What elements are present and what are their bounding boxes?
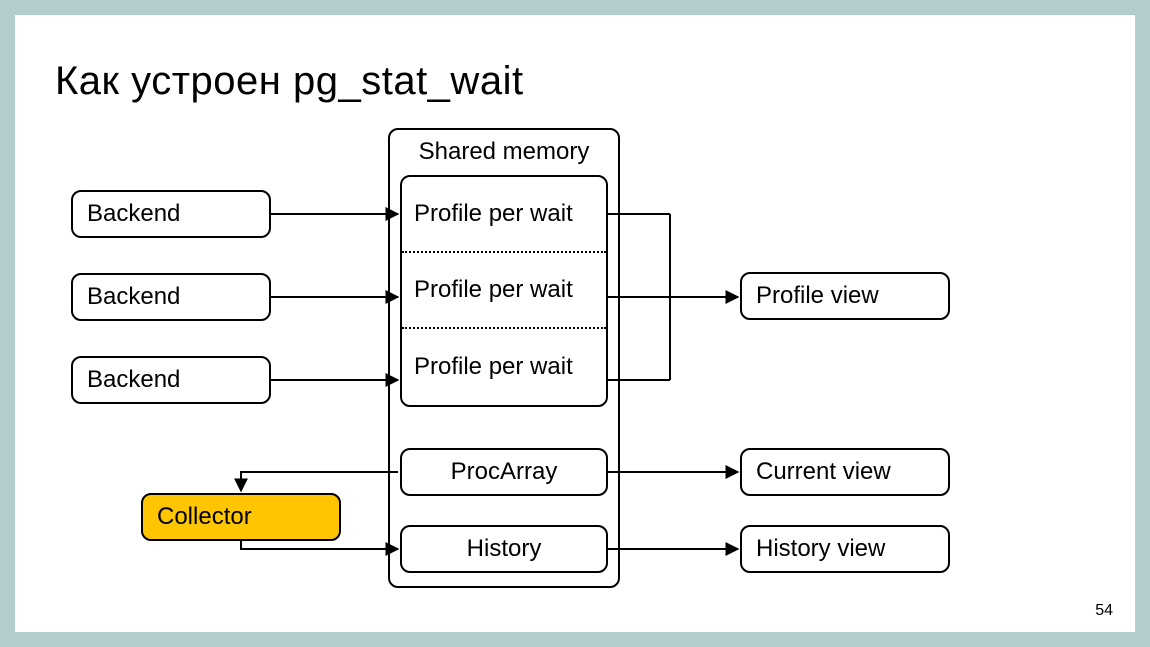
profile-cell-3: Profile per wait (402, 329, 606, 405)
slide-frame: Как устроен pg_stat_wait Backend Backend… (15, 15, 1135, 632)
page-number: 54 (1095, 602, 1113, 620)
history-view-box: History view (740, 525, 950, 573)
backend-label-2: Backend (87, 283, 180, 311)
profile-cell-2: Profile per wait (402, 253, 606, 329)
history-view-label: History view (756, 535, 885, 563)
profile-view-label: Profile view (756, 282, 879, 310)
collector-label: Collector (157, 503, 252, 531)
profile-view-box: Profile view (740, 272, 950, 320)
slide-title: Как устроен pg_stat_wait (55, 59, 524, 104)
backend-box-3: Backend (71, 356, 271, 404)
profile-label-2: Profile per wait (414, 276, 573, 304)
current-view-box: Current view (740, 448, 950, 496)
profile-stack: Profile per wait Profile per wait Profil… (400, 175, 608, 407)
backend-box-1: Backend (71, 190, 271, 238)
backend-label-1: Backend (87, 200, 180, 228)
profile-label-3: Profile per wait (414, 353, 573, 381)
backend-label-3: Backend (87, 366, 180, 394)
collector-box: Collector (141, 493, 341, 541)
profile-cell-1: Profile per wait (402, 177, 606, 253)
profile-label-1: Profile per wait (414, 200, 573, 228)
history-label: History (467, 535, 542, 563)
backend-box-2: Backend (71, 273, 271, 321)
shared-memory-label: Shared memory (390, 138, 618, 166)
history-box: History (400, 525, 608, 573)
procarray-box: ProcArray (400, 448, 608, 496)
procarray-label: ProcArray (451, 458, 558, 486)
current-view-label: Current view (756, 458, 891, 486)
